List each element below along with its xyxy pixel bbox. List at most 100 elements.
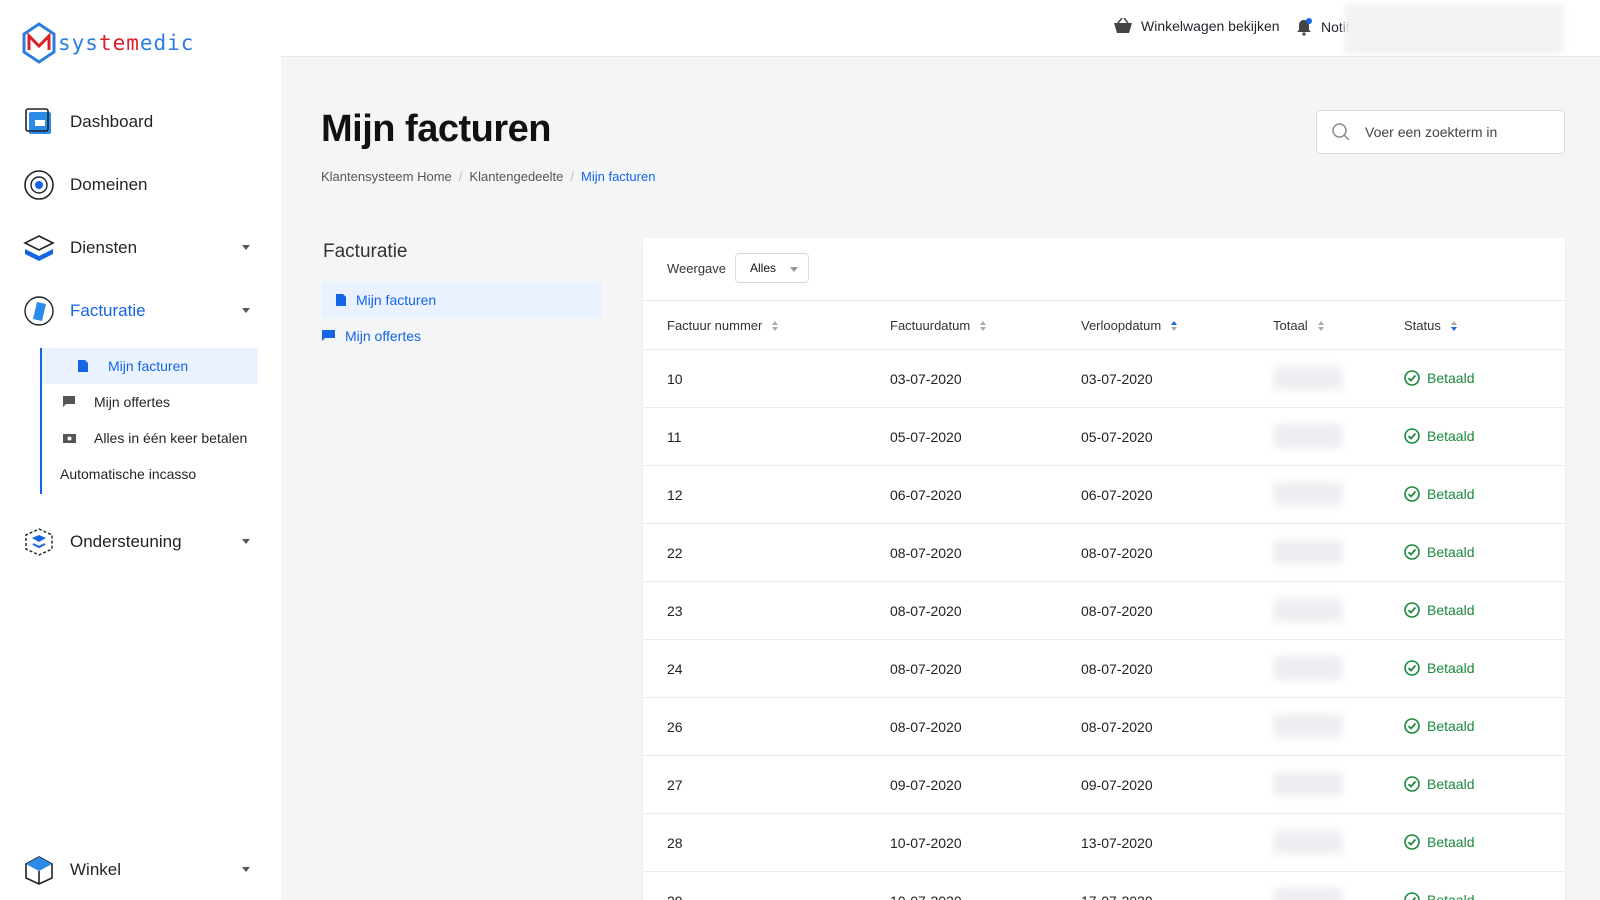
notifications-link[interactable]: Notif bbox=[1295, 18, 1350, 36]
invoice-date: 06-07-2020 bbox=[890, 487, 962, 503]
invoice-date: 10-07-2020 bbox=[890, 835, 962, 851]
invoice-due-date: 09-07-2020 bbox=[1081, 777, 1153, 793]
invoice-number: 11 bbox=[667, 429, 682, 445]
invoice-due-date: 06-07-2020 bbox=[1081, 487, 1153, 503]
submenu-item-alles-betalen[interactable]: Alles in één keer betalen bbox=[42, 420, 247, 456]
table-row[interactable]: 22 08-07-2020 08-07-2020 Betaald bbox=[643, 524, 1565, 582]
table-row[interactable]: 28 10-07-2020 13-07-2020 Betaald bbox=[643, 814, 1565, 872]
table-row[interactable]: 10 03-07-2020 03-07-2020 Betaald bbox=[643, 350, 1565, 408]
table-row[interactable]: 26 08-07-2020 08-07-2020 Betaald bbox=[643, 698, 1565, 756]
table-body: 10 03-07-2020 03-07-2020 Betaald 11 05-07-202… bbox=[643, 350, 1565, 900]
check-circle-icon bbox=[1404, 602, 1420, 618]
search-box[interactable] bbox=[1316, 110, 1565, 154]
invoice-date: 08-07-2020 bbox=[890, 545, 962, 561]
check-circle-icon bbox=[1404, 370, 1420, 386]
status-badge: Betaald bbox=[1404, 834, 1474, 850]
invoice-due-date: 13-07-2020 bbox=[1081, 835, 1153, 851]
user-menu[interactable] bbox=[1344, 4, 1564, 54]
breadcrumb-section[interactable]: Klantengedeelte bbox=[469, 169, 563, 184]
invoice-total-redacted bbox=[1263, 814, 1401, 872]
sidebar-item-label: Domeinen bbox=[70, 175, 148, 194]
sort-icon bbox=[772, 320, 779, 331]
sidebar-item-domeinen[interactable]: Domeinen bbox=[22, 163, 258, 207]
status-label: Betaald bbox=[1427, 834, 1475, 850]
table-header: Factuur nummer Factuurdatum Verloopdatum… bbox=[643, 300, 1565, 350]
breadcrumb: Klantensysteem Home / Klantengedeelte / … bbox=[321, 169, 655, 184]
column-header-label: Totaal bbox=[1273, 318, 1308, 333]
invoice-due-date: 08-07-2020 bbox=[1081, 719, 1153, 735]
sidebar-item-ondersteuning[interactable]: Ondersteuning bbox=[22, 520, 258, 564]
submenu-item-label: Mijn facturen bbox=[108, 358, 189, 374]
status-label: Betaald bbox=[1427, 892, 1475, 900]
check-circle-icon bbox=[1404, 428, 1420, 444]
invoice-due-date: 17-07-2020 bbox=[1081, 893, 1153, 900]
invoice-number: 12 bbox=[667, 487, 683, 503]
invoice-number: 10 bbox=[667, 371, 683, 387]
invoice-date: 05-07-2020 bbox=[890, 429, 962, 445]
invoice-number: 22 bbox=[667, 545, 683, 561]
invoice-total-redacted bbox=[1263, 350, 1401, 408]
column-header-label: Status bbox=[1404, 318, 1441, 333]
invoice-number: 27 bbox=[667, 777, 683, 793]
invoice-date: 08-07-2020 bbox=[890, 719, 962, 735]
submenu-item-automatische-incasso[interactable]: Automatische incasso bbox=[42, 456, 196, 492]
breadcrumb-current: Mijn facturen bbox=[581, 169, 656, 184]
sidebar-item-dashboard[interactable]: Dashboard bbox=[22, 100, 258, 144]
systemedic-logo[interactable]: systemedic bbox=[22, 22, 194, 64]
check-circle-icon bbox=[1404, 718, 1420, 734]
status-badge: Betaald bbox=[1404, 602, 1474, 618]
flag-icon bbox=[62, 395, 76, 409]
sort-icon bbox=[1317, 320, 1324, 331]
invoice-due-date: 05-07-2020 bbox=[1081, 429, 1153, 445]
sidebar-item-facturatie[interactable]: Facturatie bbox=[22, 289, 258, 333]
invoice-number: 23 bbox=[667, 603, 683, 619]
invoice-number: 29 bbox=[667, 893, 683, 900]
invoice-total-redacted bbox=[1263, 640, 1401, 698]
chevron-down-icon bbox=[242, 867, 250, 872]
submenu-item-label: Alles in één keer betalen bbox=[94, 430, 248, 446]
breadcrumb-home[interactable]: Klantensysteem Home bbox=[321, 169, 452, 184]
table-row[interactable]: 29 10-07-2020 17-07-2020 Betaald bbox=[643, 872, 1565, 900]
table-row[interactable]: 27 09-07-2020 09-07-2020 Betaald bbox=[643, 756, 1565, 814]
column-header-number[interactable]: Factuur nummer bbox=[667, 318, 779, 333]
submenu-item-label: Mijn offertes bbox=[94, 394, 170, 410]
invoice-total-redacted bbox=[1263, 582, 1401, 640]
submenu-item-mijn-facturen[interactable]: Mijn facturen bbox=[42, 348, 258, 384]
column-header-status[interactable]: Status bbox=[1404, 318, 1457, 333]
invoice-date: 08-07-2020 bbox=[890, 603, 962, 619]
status-badge: Betaald bbox=[1404, 718, 1474, 734]
chevron-down-icon bbox=[242, 308, 250, 313]
secondary-nav-mijn-facturen[interactable]: Mijn facturen bbox=[322, 282, 602, 318]
invoice-due-date: 03-07-2020 bbox=[1081, 371, 1153, 387]
table-row[interactable]: 23 08-07-2020 08-07-2020 Betaald bbox=[643, 582, 1565, 640]
cash-icon bbox=[62, 431, 76, 445]
view-filter-select[interactable]: Alles bbox=[735, 253, 810, 283]
secondary-nav-label: Mijn offertes bbox=[345, 328, 421, 344]
sort-descending-icon bbox=[1450, 320, 1457, 331]
column-header-due[interactable]: Verloopdatum bbox=[1081, 318, 1178, 333]
status-badge: Betaald bbox=[1404, 486, 1474, 502]
view-cart-link[interactable]: Winkelwagen bekijken bbox=[1113, 18, 1280, 34]
view-filter: Weergave Alles bbox=[667, 253, 810, 283]
logo-text: systemedic bbox=[58, 31, 195, 55]
sidebar-item-label: Diensten bbox=[70, 238, 138, 257]
table-row[interactable]: 12 06-07-2020 06-07-2020 Betaald bbox=[643, 466, 1565, 524]
table-row[interactable]: 24 08-07-2020 08-07-2020 Betaald bbox=[643, 640, 1565, 698]
sidebar: systemedic Dashboard Domeinen Diensten F… bbox=[0, 0, 281, 900]
submenu-item-mijn-offertes[interactable]: Mijn offertes bbox=[42, 384, 170, 420]
status-label: Betaald bbox=[1427, 486, 1475, 502]
secondary-nav-title: Facturatie bbox=[323, 241, 408, 262]
column-header-date[interactable]: Factuurdatum bbox=[890, 318, 987, 333]
secondary-nav-mijn-offertes[interactable]: Mijn offertes bbox=[322, 318, 602, 354]
column-header-total[interactable]: Totaal bbox=[1273, 318, 1324, 333]
sidebar-item-winkel[interactable]: Winkel bbox=[22, 848, 258, 892]
server-stack-icon bbox=[22, 231, 56, 265]
search-input[interactable] bbox=[1365, 124, 1545, 140]
table-row[interactable]: 11 05-07-2020 05-07-2020 Betaald bbox=[643, 408, 1565, 466]
status-badge: Betaald bbox=[1404, 370, 1474, 386]
bell-icon bbox=[1295, 18, 1313, 36]
invoice-total-redacted bbox=[1263, 408, 1401, 466]
secondary-nav-label: Mijn facturen bbox=[356, 292, 437, 308]
globe-icon bbox=[22, 168, 56, 202]
sidebar-item-diensten[interactable]: Diensten bbox=[22, 226, 258, 270]
